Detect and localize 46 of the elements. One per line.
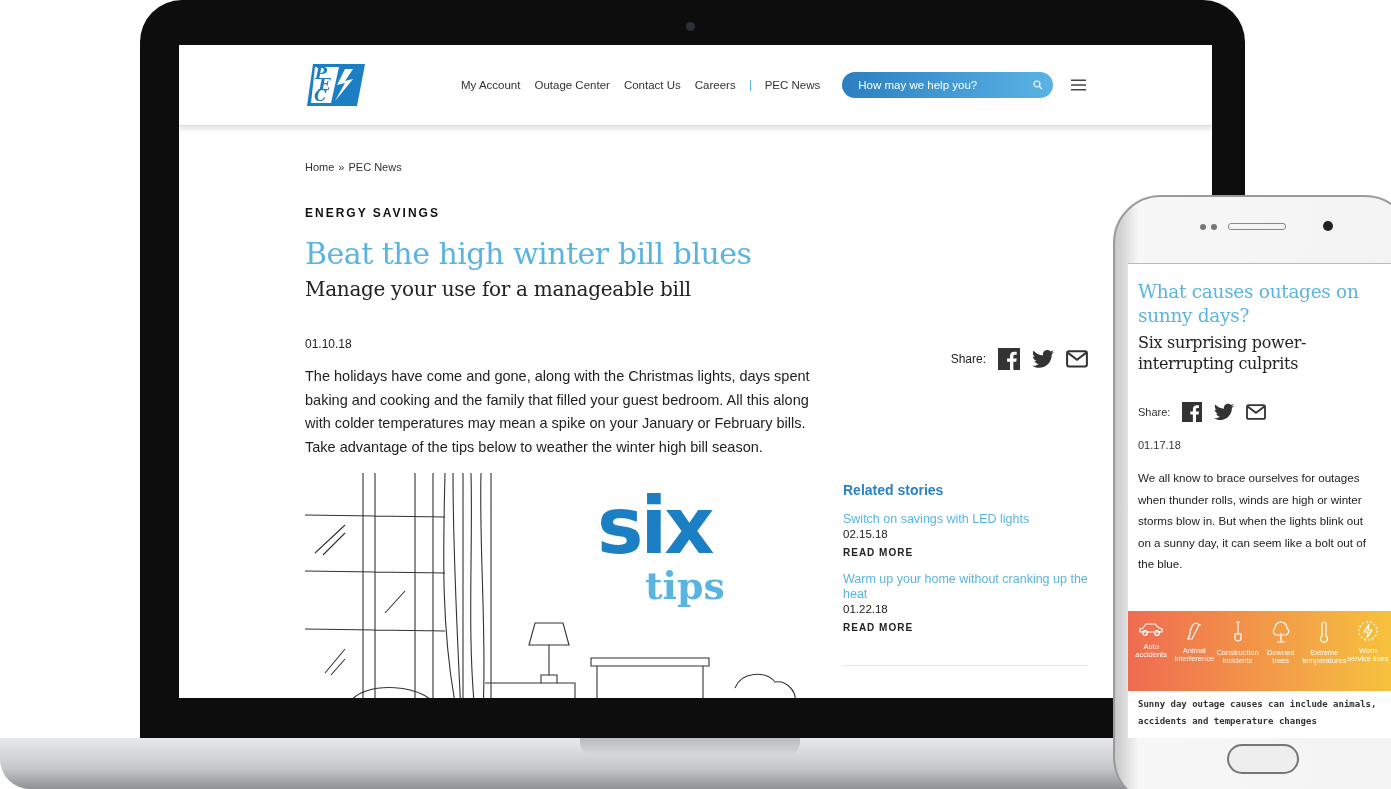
article-title: Beat the high winter bill blues (305, 236, 753, 271)
read-more-link[interactable]: READ MORE (843, 622, 1088, 633)
article-paragraph: We all know to brace ourselves for outages when thunder rolls, winds are high or winter storms blow in. But when the lights blink out on a sunny day, it can seem like a bolt out of the blue. (1138, 470, 1367, 572)
front-camera (1323, 221, 1333, 231)
article-subtitle: Six surprising power-interrupting culprits (1138, 332, 1308, 374)
thermometer-icon (1319, 620, 1330, 643)
article-subtitle: Manage your use for a manageable bill (305, 277, 692, 301)
shovel-icon (1232, 620, 1243, 643)
car-icon (1138, 620, 1165, 637)
article-date: 01.17.18 (1138, 439, 1182, 451)
lightning-bolt-icon (1357, 620, 1378, 641)
category-label: ENERGY SAVINGS (305, 206, 441, 220)
facebook-icon[interactable] (998, 348, 1020, 370)
twitter-icon[interactable] (1214, 402, 1235, 422)
share-label: Share: (950, 352, 986, 366)
nav-link[interactable]: Outage Center (534, 79, 610, 91)
menu-icon[interactable] (1070, 79, 1086, 91)
share-label: Share: (1138, 406, 1171, 418)
breadcrumb-link[interactable]: PEC News (348, 161, 402, 173)
speaker-grille (1228, 223, 1286, 230)
breadcrumb-link[interactable]: Home (305, 161, 335, 173)
related-stories-heading: Related stories (843, 482, 945, 498)
facebook-icon[interactable] (1182, 402, 1203, 422)
sensor-dot (1200, 223, 1206, 230)
banner-caption: Sunny day outage causes can include animals, accidents and temperature changes (1137, 697, 1378, 728)
tree-icon (1270, 620, 1291, 643)
envelope-icon[interactable] (1246, 404, 1267, 420)
nav-link[interactable]: Careers (694, 79, 736, 91)
read-more-link[interactable]: READ MORE (843, 547, 1088, 558)
six-heading: six (597, 491, 712, 561)
envelope-icon[interactable] (1066, 350, 1088, 368)
article-title: What causes outages on sunny days? (1138, 280, 1360, 328)
home-button[interactable] (1227, 744, 1299, 774)
camera-icon (686, 22, 695, 31)
article-date: 01.10.18 (305, 337, 353, 351)
breadcrumb-separator: » (338, 161, 345, 173)
nav-link[interactable]: My Account (461, 79, 521, 91)
sensor-dot (1211, 223, 1217, 230)
nav-link[interactable]: Contact Us (623, 79, 681, 91)
story-date: 02.15.18 (843, 528, 889, 540)
article-paragraph: The holidays have come and gone, along with the Christmas lights, days spent baking and cooking and the family that filled your guest bedroom. All this along with colder temperatures may mean a spike on your January or February bills. Take advantage of the tips below to weather the winter high bill season. (305, 367, 811, 457)
story-date: 01.22.18 (843, 603, 889, 615)
nav-link[interactable]: PEC News (764, 79, 821, 91)
twitter-icon[interactable] (1032, 348, 1054, 370)
search-icon (1032, 80, 1043, 90)
tips-heading: tips (645, 563, 725, 608)
